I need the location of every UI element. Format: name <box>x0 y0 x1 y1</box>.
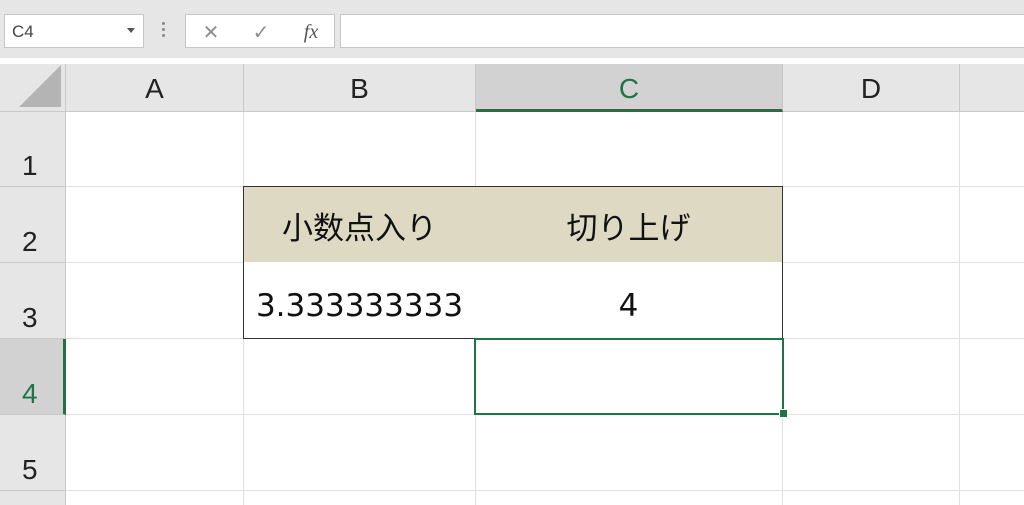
gridline <box>959 112 960 505</box>
column-header-c[interactable]: C <box>476 64 783 112</box>
formula-bar: C4 ✕ ✓ fx <box>0 0 1024 59</box>
column-header-d[interactable]: D <box>783 64 960 112</box>
name-box[interactable]: C4 <box>4 14 144 48</box>
cell-b2[interactable]: 小数点入り <box>243 186 476 263</box>
gridline <box>66 490 1024 491</box>
active-cell-c4[interactable] <box>474 338 784 415</box>
formula-buttons: ✕ ✓ fx <box>185 14 335 48</box>
row-header-5[interactable]: 5 <box>0 415 66 491</box>
cell-c2[interactable]: 切り上げ <box>475 186 783 263</box>
cancel-icon[interactable]: ✕ <box>196 19 226 45</box>
row-header-6[interactable] <box>0 491 66 505</box>
chevron-down-icon[interactable] <box>127 28 135 33</box>
select-all-triangle-icon <box>19 65 61 107</box>
column-header-e[interactable] <box>960 64 1024 112</box>
grip-icon[interactable] <box>162 22 166 40</box>
check-icon[interactable]: ✓ <box>246 19 276 45</box>
insert-function-icon[interactable]: fx <box>296 19 326 45</box>
cell-c2-text: 切り上げ <box>566 211 691 247</box>
row-label: 4 <box>22 378 38 409</box>
row-label: 2 <box>22 226 38 257</box>
column-header-b[interactable]: B <box>244 64 476 112</box>
cell-c3[interactable]: 4 <box>475 262 783 339</box>
cell-b3-text: 3.333333333 <box>255 288 464 324</box>
column-header-a[interactable]: A <box>66 64 244 112</box>
row-header-2[interactable]: 2 <box>0 187 66 263</box>
cell-c3-text: 4 <box>618 288 639 324</box>
cell-b3[interactable]: 3.333333333 <box>243 262 476 339</box>
select-all-button[interactable] <box>0 64 66 112</box>
row-header-1[interactable]: 1 <box>0 112 66 187</box>
cell-b2-text: 小数点入り <box>282 211 437 247</box>
spreadsheet-app: C4 ✕ ✓ fx A B C D 1 2 3 4 5 小数点入り 切り上げ 3… <box>0 0 1024 505</box>
worksheet-grid: A B C D 1 2 3 4 5 小数点入り 切り上げ 3.333333333 <box>0 58 1024 505</box>
row-header-3[interactable]: 3 <box>0 263 66 339</box>
row-header-4[interactable]: 4 <box>0 339 66 415</box>
formula-input[interactable] <box>340 14 1024 48</box>
row-label: 5 <box>22 454 38 485</box>
fill-handle[interactable] <box>779 409 788 418</box>
name-box-value: C4 <box>12 22 34 41</box>
row-label: 1 <box>22 150 38 181</box>
row-label: 3 <box>22 302 38 333</box>
